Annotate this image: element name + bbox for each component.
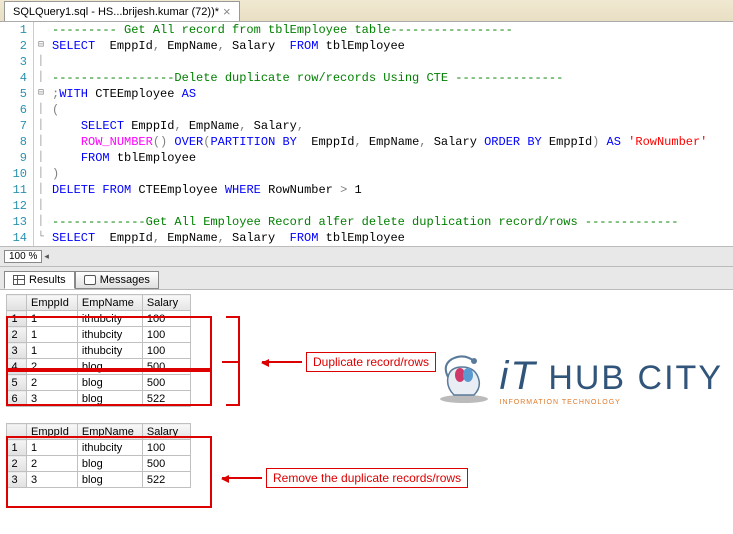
arrow-icon xyxy=(222,477,262,479)
results-tabs: Results Messages xyxy=(0,266,733,290)
bracket-icon xyxy=(226,316,240,406)
annotation-remove: Remove the duplicate records/rows xyxy=(222,468,468,488)
arrow-icon xyxy=(262,361,302,363)
rownum-header xyxy=(7,424,27,440)
table-row: 63blog522 xyxy=(7,391,191,407)
table-row: 31ithubcity100 xyxy=(7,343,191,359)
table-row: 21ithubcity100 xyxy=(7,327,191,343)
table-row: 11ithubcity100 xyxy=(7,440,191,456)
zoom-dropdown[interactable]: 100 % xyxy=(4,250,42,263)
col-empname[interactable]: EmpName xyxy=(77,424,142,440)
header-row: EmppId EmpName Salary xyxy=(7,295,191,311)
mouse-icon xyxy=(434,355,494,405)
col-salary[interactable]: Salary xyxy=(142,295,190,311)
rownum-header xyxy=(7,295,27,311)
col-emppid[interactable]: EmppId xyxy=(27,295,78,311)
header-row: EmppId EmpName Salary xyxy=(7,424,191,440)
tab-results[interactable]: Results xyxy=(4,271,75,289)
table-row: 11ithubcity100 xyxy=(7,311,191,327)
col-empname[interactable]: EmpName xyxy=(77,295,142,311)
grid-icon xyxy=(13,275,25,285)
tab-messages[interactable]: Messages xyxy=(75,271,159,289)
table-row: 52blog500 xyxy=(7,375,191,391)
file-tab-label: SQLQuery1.sql - HS...brijesh.kumar (72))… xyxy=(13,6,219,18)
table-row: 33blog522 xyxy=(7,472,191,488)
code-content[interactable]: --------- Get All record from tblEmploye… xyxy=(48,22,733,246)
close-icon[interactable]: × xyxy=(223,4,231,19)
code-editor[interactable]: 1234567891011121314 ⊟││⊟││││││││└ ------… xyxy=(0,22,733,246)
col-emppid[interactable]: EmppId xyxy=(27,424,78,440)
col-salary[interactable]: Salary xyxy=(142,424,190,440)
table-row: 22blog500 xyxy=(7,456,191,472)
results-pane: EmppId EmpName Salary 11ithubcity100 21i… xyxy=(0,294,733,488)
fold-gutter: ⊟││⊟││││││││└ xyxy=(34,22,48,246)
logo: iT HUB CITY INFORMATION TECHNOLOGY xyxy=(434,354,723,406)
tab-bar: SQLQuery1.sql - HS...brijesh.kumar (72))… xyxy=(0,0,733,22)
result-grid-1[interactable]: EmppId EmpName Salary 11ithubcity100 21i… xyxy=(6,294,191,407)
chevron-left-icon[interactable]: ◂ xyxy=(44,251,49,262)
zoom-bar: 100 % ◂ xyxy=(0,246,733,266)
annotation-duplicate: Duplicate record/rows xyxy=(262,352,436,372)
file-tab[interactable]: SQLQuery1.sql - HS...brijesh.kumar (72))… xyxy=(4,1,240,21)
table-row: 42blog500 xyxy=(7,359,191,375)
line-gutter: 1234567891011121314 xyxy=(0,22,34,246)
result-grid-2[interactable]: EmppId EmpName Salary 11ithubcity100 22b… xyxy=(6,423,191,488)
message-icon xyxy=(84,275,96,285)
